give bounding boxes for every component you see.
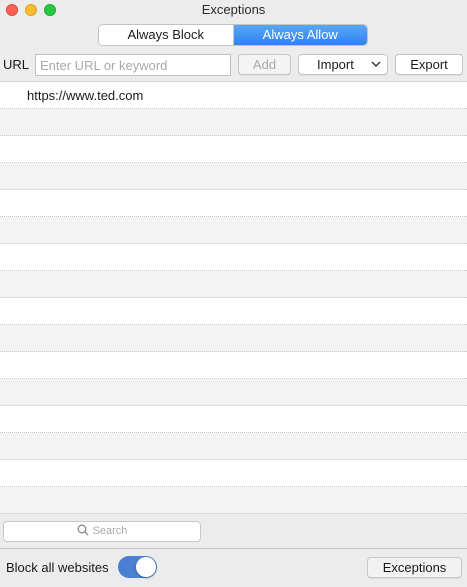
url-toolbar: URL Add Import Export — [0, 53, 467, 79]
search-placeholder: Search — [92, 525, 128, 537]
chevron-down-icon — [371, 61, 381, 67]
list-row[interactable] — [0, 298, 467, 325]
list-row[interactable]: https://www.ted.com — [0, 82, 467, 109]
list-row[interactable] — [0, 325, 467, 352]
search-field[interactable]: Search — [3, 521, 201, 542]
url-input[interactable] — [35, 54, 231, 76]
exceptions-window: Exceptions Always Block Always Allow URL… — [0, 0, 467, 549]
list-row[interactable] — [0, 163, 467, 190]
list-row[interactable] — [0, 406, 467, 433]
close-window-icon[interactable] — [6, 4, 18, 16]
list-row[interactable] — [0, 352, 467, 379]
tab-always-allow[interactable]: Always Allow — [233, 25, 367, 45]
list-row[interactable] — [0, 244, 467, 271]
list-row[interactable] — [0, 190, 467, 217]
exceptions-button[interactable]: Exceptions — [367, 557, 462, 578]
exceptions-list[interactable]: https://www.ted.com — [0, 81, 467, 514]
export-button[interactable]: Export — [395, 54, 463, 75]
tab-always-block[interactable]: Always Block — [99, 25, 234, 45]
url-label: URL — [3, 57, 30, 72]
title-bar: Exceptions — [0, 0, 467, 20]
add-button[interactable]: Add — [238, 54, 291, 75]
list-row[interactable] — [0, 460, 467, 487]
minimize-window-icon[interactable] — [25, 4, 37, 16]
list-row[interactable] — [0, 271, 467, 298]
zoom-window-icon[interactable] — [44, 4, 56, 16]
toggle-knob — [136, 557, 156, 577]
list-row[interactable] — [0, 109, 467, 136]
import-label: Import — [317, 57, 354, 72]
search-icon — [77, 524, 89, 536]
block-allow-segmented-control: Always Block Always Allow — [99, 25, 367, 45]
import-dropdown-button[interactable]: Import — [298, 54, 388, 75]
list-row[interactable] — [0, 136, 467, 163]
window-title: Exceptions — [201, 2, 266, 17]
list-row[interactable] — [0, 487, 467, 514]
list-row[interactable] — [0, 379, 467, 406]
block-all-websites-label: Block all websites — [6, 560, 109, 575]
list-row[interactable] — [0, 217, 467, 244]
footer-bar: Block all websites Exceptions — [0, 549, 467, 587]
block-all-websites-toggle[interactable] — [118, 556, 157, 578]
list-row[interactable] — [0, 433, 467, 460]
